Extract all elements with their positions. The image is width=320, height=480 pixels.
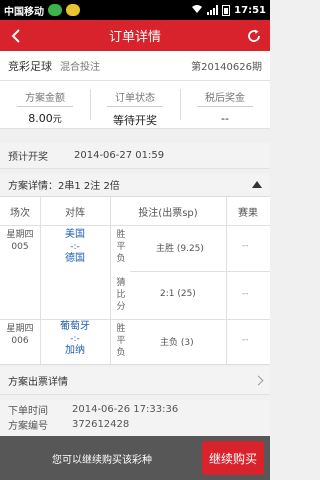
summary-status: 订单状态 等待开奖 [90, 81, 180, 128]
match-teams[interactable]: 美国 -:- 德国 [40, 229, 110, 265]
ticket-details-label: 方案出票详情 [8, 377, 68, 388]
issue-number: 第20140626期 [191, 62, 262, 73]
summary-value: -- [221, 112, 229, 125]
away-team: 加纳 [65, 345, 85, 356]
order-no-value: 372612428 [72, 419, 130, 430]
match-teams[interactable]: 葡萄牙 -:- 加纳 [40, 321, 110, 357]
column-header-match-no: 场次 [10, 207, 30, 219]
play-type-label: 胜平负 [116, 230, 126, 264]
home-team: 美国 [65, 229, 85, 240]
order-meta: 下单时间 2014-06-26 17:33:36 方案编号 372612428 [0, 400, 270, 436]
bet-type: 混合投注 [60, 62, 100, 73]
play-type-label: 胜平负 [116, 324, 126, 358]
away-team: 德国 [65, 253, 85, 264]
match-number: 星期四 006 [6, 324, 34, 346]
match-number: 星期四 005 [6, 230, 34, 252]
divider [130, 271, 270, 272]
bet-table: 场次 对阵 投注(出票sp) 赛果 星期四 005 美国 -:- 德国 胜平负 主… [0, 197, 270, 365]
chevron-left-icon [11, 29, 20, 43]
plan-detail-header[interactable]: 方案详情：2串1 2注 2倍 [0, 173, 270, 197]
page-title: 订单详情 [108, 30, 161, 45]
bottom-bar: 您可以继续购买该彩种 继续购买 [0, 436, 270, 480]
order-summary: 方案金额 8.00元 订单状态 等待开奖 税后奖金 -- [0, 81, 270, 129]
column-header-result: 赛果 [238, 207, 258, 219]
column-header-teams: 对阵 [65, 207, 85, 219]
game-name: 竞彩足球 [8, 59, 52, 73]
clock: 17:51 [234, 4, 266, 16]
order-time-label: 下单时间 [8, 406, 48, 417]
refresh-button[interactable] [243, 25, 265, 47]
app-notification-icon [66, 4, 80, 16]
column-header-bets: 投注(出票sp) [138, 207, 198, 219]
game-info-row: 竞彩足球 混合投注 第20140626期 [0, 51, 270, 81]
collapse-triangle-icon[interactable] [252, 181, 262, 188]
order-time-value: 2014-06-26 17:33:36 [72, 404, 179, 415]
battery-icon [222, 4, 231, 16]
match-result: -- [242, 241, 249, 251]
back-button[interactable] [6, 26, 26, 46]
signal-icon [207, 5, 219, 15]
plan-detail-title: 方案详情：2串1 2注 2倍 [8, 181, 120, 192]
summary-prize: 税后奖金 -- [180, 81, 270, 128]
wifi-icon [191, 4, 203, 17]
bet-pick: 2:1 (25) [160, 289, 196, 299]
draw-time-label: 预计开奖 [8, 152, 48, 163]
bet-pick: 主负 (3) [160, 338, 194, 348]
title-bar: 订单详情 [0, 20, 270, 51]
order-no-label: 方案编号 [8, 421, 48, 432]
continue-buy-button[interactable]: 继续购买 [202, 441, 264, 475]
match-result: -- [242, 335, 249, 345]
home-team: 葡萄牙 [60, 321, 90, 332]
match-result: -- [242, 289, 249, 299]
draw-time-row: 预计开奖 2014-06-27 01:59 [0, 143, 270, 169]
summary-label: 税后奖金 [197, 89, 253, 107]
carrier-name: 中国移动 [4, 6, 44, 18]
score: -:- [70, 334, 80, 344]
chevron-right-icon [253, 375, 264, 386]
summary-label: 方案金额 [17, 89, 73, 107]
summary-value: 等待开奖 [113, 114, 157, 127]
status-bar: 中国移动 17:51 [0, 0, 270, 20]
ticket-details-link[interactable]: 方案出票详情 [0, 367, 270, 395]
refresh-icon [248, 29, 260, 42]
summary-value: 8.00元 [28, 112, 62, 125]
wechat-icon [48, 4, 62, 16]
bet-pick: 主胜 (9.25) [156, 244, 204, 254]
divider [110, 197, 111, 364]
score: -:- [70, 242, 80, 252]
divider [0, 319, 270, 320]
summary-amount: 方案金额 8.00元 [0, 81, 90, 128]
divider [226, 197, 227, 364]
continue-hint: 您可以继续购买该彩种 [52, 454, 152, 466]
draw-time-value: 2014-06-27 01:59 [74, 150, 165, 161]
play-type-label: 猜比分 [116, 278, 126, 312]
summary-label: 订单状态 [107, 89, 163, 107]
